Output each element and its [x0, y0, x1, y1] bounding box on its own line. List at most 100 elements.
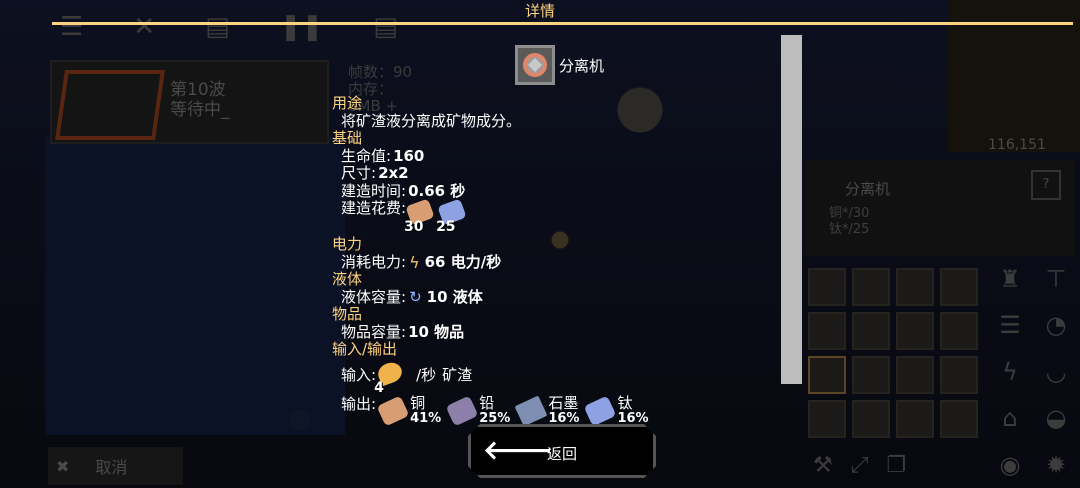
- hammer-icon: ⚒: [813, 452, 833, 478]
- stat-build-cost: 建造花费: 30 25: [332, 198, 657, 236]
- stat-value: 160: [393, 146, 425, 165]
- usage-text: 将矿渣液分离成矿物成分。: [341, 111, 522, 130]
- help-icon: ?: [1031, 170, 1061, 200]
- separator-block-icon: [515, 45, 555, 85]
- block-slot: [940, 312, 978, 350]
- copper-item-icon: 30: [404, 198, 436, 235]
- dialog-title: 详情: [524, 2, 555, 20]
- stat-value: 10 物品: [408, 322, 465, 341]
- block-slot: [852, 400, 890, 438]
- title-divider: [52, 22, 1073, 25]
- map-water: [45, 135, 345, 435]
- block-slot: [808, 312, 846, 350]
- block-slot: [940, 356, 978, 394]
- titanium-item-icon: 25: [436, 198, 468, 235]
- stat-label: 消耗电力:: [341, 252, 407, 271]
- block-slot: [852, 312, 890, 350]
- block-slot: [896, 312, 934, 350]
- slag-liquid-icon: 4: [374, 359, 406, 396]
- output-name: 铅: [479, 393, 495, 412]
- section-general: 基础: [332, 129, 363, 147]
- block-slot: [896, 356, 934, 394]
- block-slot: [852, 356, 890, 394]
- input-name: 矿渣: [442, 366, 473, 385]
- wave-panel: 第10波 等待中_: [50, 60, 329, 144]
- stat-label: 输出:: [341, 394, 377, 413]
- section-usage: 用途: [332, 94, 363, 112]
- stat-label: 尺寸:: [341, 164, 377, 182]
- category-bar: ♜ ⊤ ☰ ◔ ϟ ◡ ⌂ ◒ ◉ ✹: [988, 265, 1078, 487]
- graphite-item-icon: [514, 395, 548, 426]
- power-icon: ϟ: [1002, 357, 1018, 386]
- stat-liquid-capacity: 液体容量: ↻ 10 液体: [332, 287, 657, 307]
- info-req-titanium: 钛*/25: [829, 222, 870, 237]
- stats-panel: 用途 将矿渣液分离成矿物成分。 基础 生命值: 160 尺寸: 2x2 建造时间…: [332, 94, 657, 428]
- copper-cost: 30: [404, 218, 424, 235]
- section-io: 输入/输出: [332, 340, 398, 358]
- liquid-category-icon: ◔: [1045, 311, 1067, 340]
- info-block-name: 分离机: [845, 180, 891, 198]
- wave-title: 第10波: [170, 80, 226, 100]
- turret-icon: ♜: [999, 265, 1021, 293]
- logic-icon: ◉: [999, 450, 1021, 479]
- block-slot: [852, 268, 890, 306]
- output-percent: 41%: [410, 410, 442, 426]
- block-name: 分离机: [559, 56, 605, 75]
- defense-icon: ☰: [999, 311, 1021, 340]
- block-slot-selected: [808, 356, 846, 394]
- block-slot: [808, 268, 846, 306]
- effect-icon: ◒: [1045, 404, 1067, 433]
- copper-item-icon: [376, 395, 410, 426]
- titanium-item-icon: [584, 395, 617, 426]
- bottom-tools: ⚒ ⤢ ❐: [805, 446, 953, 484]
- stat-value: 66 电力/秒: [424, 252, 502, 271]
- copy-icon: ❐: [886, 452, 907, 478]
- stat-size: 尺寸: 2x2: [332, 164, 657, 183]
- output-name: 石墨: [548, 393, 579, 412]
- block-slot: [940, 400, 978, 438]
- section-items: 物品: [332, 305, 363, 323]
- titanium-cost: 25: [436, 218, 456, 235]
- output-percent: 25%: [479, 410, 511, 426]
- cancel-label: 取消: [95, 458, 128, 477]
- scrollbar[interactable]: [781, 35, 802, 384]
- wave-status: 等待中_: [170, 100, 230, 120]
- stat-power-use: 消耗电力: ϟ 66 电力/秒: [332, 252, 657, 272]
- output-graphite: 石墨 16%: [514, 393, 580, 426]
- stat-label: 输入:: [341, 366, 377, 385]
- settings-icon: ✹: [1045, 450, 1067, 479]
- lead-item-icon: [445, 395, 479, 426]
- lightning-icon: ϟ: [409, 252, 420, 272]
- stat-health: 生命值: 160: [332, 146, 657, 166]
- output-name: 铜: [410, 393, 426, 412]
- distribution-icon: ⊤: [1045, 265, 1067, 293]
- back-button[interactable]: 🡐 返回: [468, 424, 656, 478]
- output-titanium: 钛 16%: [584, 393, 649, 426]
- cancel-button: ✖ 取消: [48, 447, 183, 485]
- coordinates: 116,151: [988, 137, 1046, 153]
- stat-value: 0.66 秒: [408, 181, 466, 200]
- close-icon: ✖: [56, 456, 70, 476]
- stat-item-capacity: 物品容量: 10 物品: [332, 322, 657, 342]
- block-slot: [896, 268, 934, 306]
- stat-value: 2x2: [378, 164, 409, 182]
- block-header: 分离机: [515, 44, 604, 86]
- input-amount: 4: [374, 379, 384, 396]
- wave-emblem-icon: [55, 70, 165, 140]
- stat-output: 输出: 铜 41% 铅 25% 石墨 16% 钛 16%: [332, 393, 657, 428]
- section-power: 电力: [332, 235, 363, 253]
- stat-value: 10 液体: [426, 287, 483, 306]
- input-rate: /秒: [416, 366, 437, 385]
- output-percent: 16%: [548, 410, 580, 426]
- stat-input: 输入: 4 /秒 矿渣: [332, 359, 657, 396]
- liquid-icon: ↻: [409, 287, 422, 306]
- output-name: 钛: [617, 393, 633, 412]
- fps-text: 帧数：90: [348, 63, 413, 81]
- stat-label: 生命值:: [341, 146, 392, 165]
- expand-icon: ⤢: [850, 452, 869, 478]
- section-liquid: 液体: [332, 270, 363, 288]
- info-req-copper: 铜*/30: [829, 206, 870, 221]
- block-slot: [808, 400, 846, 438]
- units-icon: ◡: [1045, 357, 1067, 386]
- back-button-label: 返回: [546, 445, 577, 463]
